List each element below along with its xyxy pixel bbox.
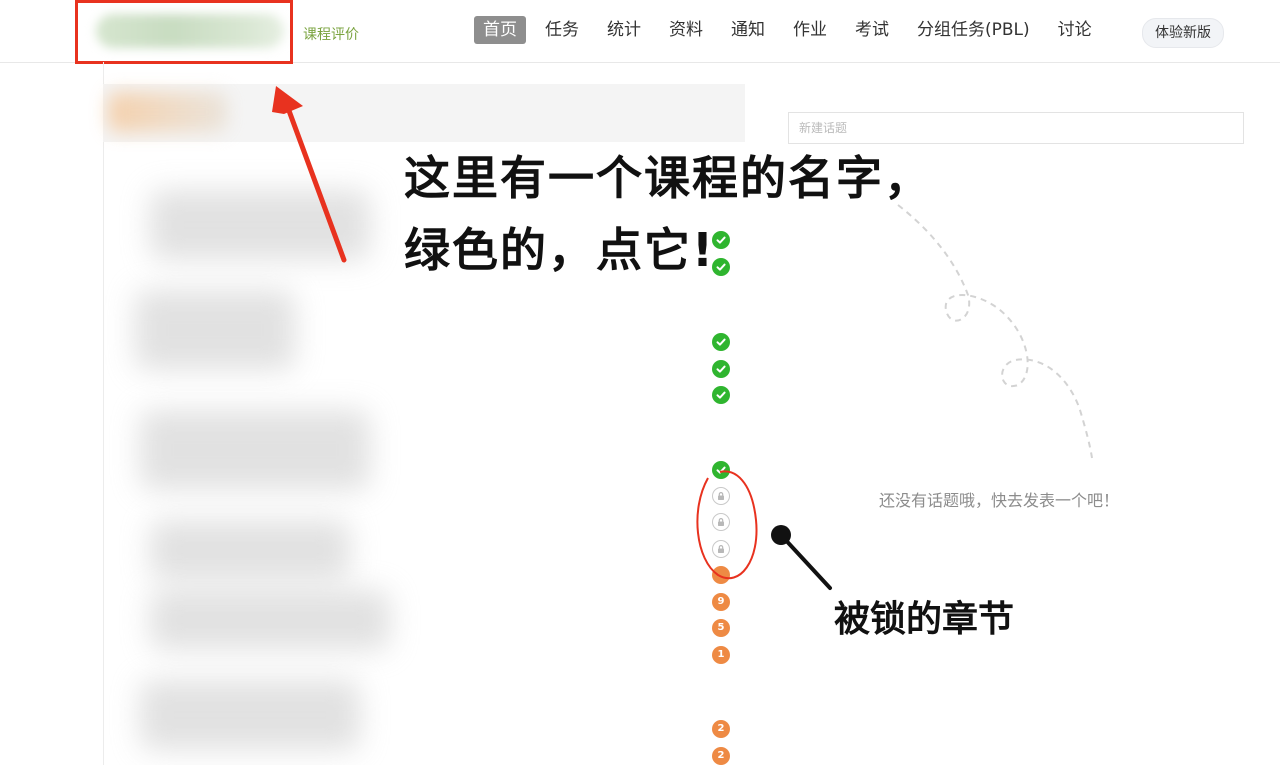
nav-tasks[interactable]: 任务 — [536, 16, 588, 44]
try-new-version-button[interactable]: 体验新版 — [1142, 18, 1224, 48]
blurred-chapter-block — [150, 520, 350, 580]
blurred-chapter-block — [140, 680, 360, 750]
completed-check-icon — [712, 386, 730, 404]
chapter-header-blurred — [108, 92, 228, 132]
pending-count-badge: 2 — [712, 720, 730, 738]
new-topic-input[interactable] — [788, 112, 1244, 144]
nav-exams[interactable]: 考试 — [846, 16, 898, 44]
lock-icon — [712, 513, 730, 531]
lock-icon — [712, 540, 730, 558]
blurred-chapter-block — [150, 190, 370, 260]
pending-count-badge: 1 — [712, 646, 730, 664]
left-divider — [103, 62, 104, 765]
completed-check-icon — [712, 461, 730, 479]
completed-check-icon — [712, 333, 730, 351]
nav-homework[interactable]: 作业 — [784, 16, 836, 44]
course-evaluation-link[interactable]: 课程评价 — [303, 24, 359, 44]
empty-discussion-text: 还没有话题哦，快去发表一个吧！ — [879, 491, 1120, 510]
nav-materials[interactable]: 资料 — [660, 16, 712, 44]
nav-discussion[interactable]: 讨论 — [1049, 16, 1101, 44]
nav-home[interactable]: 首页 — [474, 16, 526, 44]
completed-check-icon — [712, 360, 730, 378]
pending-count-badge: 2 — [712, 747, 730, 765]
pending-count-badge — [712, 566, 730, 584]
nav-stats[interactable]: 统计 — [598, 16, 650, 44]
annotation-course-name: 这里有一个课程的名字， — [404, 151, 932, 205]
black-pointer-line — [779, 533, 832, 590]
course-name-highlight-box — [75, 0, 293, 64]
annotation-click-it: 绿色的，点它! — [404, 223, 715, 277]
black-pointer-dot — [771, 525, 791, 545]
main-nav: 首页 任务 统计 资料 通知 作业 考试 分组任务(PBL) 讨论 — [474, 16, 1111, 44]
annotation-locked-chapters: 被锁的章节 — [834, 599, 1015, 640]
dashed-curve-decoration — [897, 204, 1093, 459]
lock-icon — [712, 487, 730, 505]
pending-count-badge: 5 — [712, 619, 730, 637]
nav-group-tasks[interactable]: 分组任务(PBL) — [908, 16, 1039, 44]
blurred-chapter-block — [135, 290, 295, 370]
blurred-chapter-block — [140, 410, 370, 490]
pending-count-badge: 9 — [712, 593, 730, 611]
blurred-chapter-block — [150, 590, 390, 650]
nav-notices[interactable]: 通知 — [722, 16, 774, 44]
